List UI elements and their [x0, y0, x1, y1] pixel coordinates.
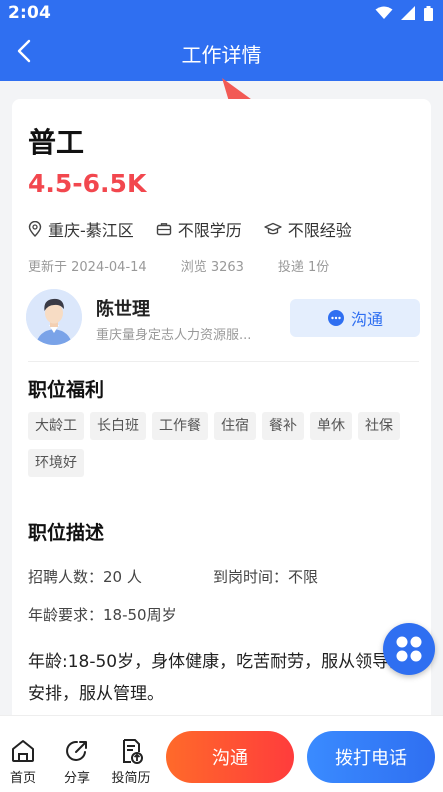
- headcount: 招聘人数：20 人: [28, 568, 142, 586]
- benefit-tag: 工作餐: [152, 412, 208, 440]
- call-button[interactable]: 拨打电话: [307, 731, 435, 783]
- chat-bubble-icon: [327, 310, 344, 326]
- job-title: 普工: [28, 126, 85, 159]
- nav-share-label: 分享: [63, 771, 90, 786]
- header: 工作详情: [0, 26, 443, 81]
- job-detail-card: 普工 4.5-6.5K 重庆-綦江区 不限学历 不限经验 更新于 2024-04…: [12, 99, 431, 739]
- chat-recruiter-label: 沟通: [350, 310, 383, 329]
- age-requirement-row: 年龄要求：18-50周岁: [28, 604, 177, 625]
- benefit-tag: 单休: [310, 412, 352, 440]
- home-icon: [12, 740, 34, 762]
- chat-button[interactable]: 沟通: [166, 731, 294, 783]
- signal-icon: [401, 6, 415, 20]
- nav-resume-label: 投简历: [111, 771, 151, 786]
- status-bar: 2:04: [0, 0, 443, 26]
- benefit-tags: 大龄工 长白班 工作餐 住宿 餐补 单休 社保环境好: [28, 412, 423, 477]
- nav-share[interactable]: 分享: [55, 738, 99, 786]
- nav-home-label: 首页: [9, 771, 36, 786]
- resume-upload-icon: [123, 739, 143, 764]
- description-text: 年龄:18-50岁，身体健康，吃苦耐劳，服从领导的安排，服从管理。: [28, 652, 407, 704]
- nav-resume[interactable]: 投简历: [109, 738, 153, 786]
- wifi-icon: [375, 6, 393, 19]
- divider: [28, 361, 419, 362]
- benefit-tag: 餐补: [262, 412, 304, 440]
- battery-icon: [424, 5, 433, 21]
- benefit-tag: 社保: [358, 412, 400, 440]
- education-item: 不限学历: [156, 217, 242, 241]
- benefits-title: 职位福利: [28, 379, 105, 401]
- status-time: 2:04: [8, 3, 52, 23]
- nav-home[interactable]: 首页: [1, 738, 45, 786]
- back-button[interactable]: [8, 35, 40, 67]
- benefit-tag: 住宿: [214, 412, 256, 440]
- job-salary: 4.5-6.5K: [28, 169, 147, 198]
- updated-date: 更新于 2024-04-14: [28, 260, 147, 275]
- benefit-tag: 长白班: [90, 412, 146, 440]
- location-pin-icon: [28, 221, 42, 237]
- experience-text: 不限经验: [287, 221, 352, 240]
- benefit-tag: 环境好: [28, 449, 84, 477]
- recruiter-info: 陈世理 重庆量身定志人力资源服... 沟通: [26, 289, 421, 349]
- view-count: 浏览 3263: [180, 260, 244, 275]
- location-item: 重庆-綦江区: [28, 217, 134, 241]
- floating-menu-button[interactable]: [383, 623, 435, 675]
- education-text: 不限学历: [177, 221, 242, 240]
- bottom-action-bar: 首页 分享 投简历 沟通 拨打电话: [0, 715, 443, 792]
- share-icon: [66, 740, 87, 761]
- status-icons: [375, 5, 433, 21]
- description-title: 职位描述: [28, 522, 105, 544]
- benefit-tag: 大龄工: [28, 412, 84, 440]
- location-text: 重庆-綦江区: [48, 221, 134, 240]
- page-title: 工作详情: [181, 43, 262, 67]
- description-info-row: 招聘人数：20 人 到岗时间：不限: [28, 566, 318, 587]
- grid-menu-icon: [396, 636, 422, 662]
- application-count: 投递 1份: [277, 260, 330, 275]
- age-requirement: 年龄要求：18-50周岁: [28, 606, 177, 624]
- chat-recruiter-button[interactable]: 沟通: [290, 299, 420, 337]
- job-stats: 更新于 2024-04-14 浏览 3263 投递 1份: [28, 256, 363, 275]
- experience-item: 不限经验: [264, 217, 352, 241]
- recruiter-name: 陈世理: [96, 299, 150, 320]
- arrival-time: 到岗时间：不限: [213, 568, 319, 586]
- recruiter-company: 重庆量身定志人力资源服...: [96, 328, 252, 343]
- recruiter-avatar: [26, 289, 82, 345]
- top-app-bar: 2:04 工作详情: [0, 0, 443, 81]
- job-requirements: 重庆-綦江区 不限学历 不限经验: [28, 217, 374, 241]
- graduation-cap-icon: [264, 222, 282, 235]
- back-arrow-icon: [17, 39, 31, 63]
- briefcase-icon: [156, 223, 171, 236]
